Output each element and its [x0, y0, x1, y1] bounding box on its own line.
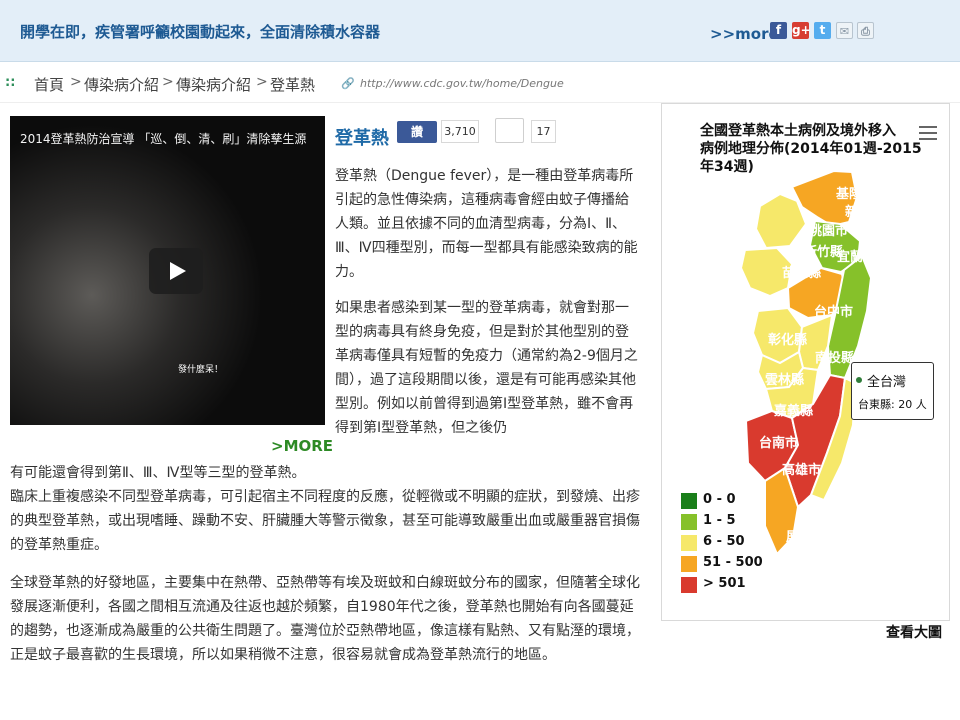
google-plus-icon[interactable]: g+: [792, 22, 811, 39]
series-dot-icon: [856, 377, 862, 383]
breadcrumb-separator: >: [256, 74, 268, 90]
label-keelung: 基隆市: [835, 186, 875, 202]
article-paragraph-4: 全球登革熱的好發地區，主要集中在熱帶、亞熱帶等有埃及斑蚊和白線斑蚊分布的國家，但…: [10, 575, 640, 663]
facebook-icon[interactable]: f: [770, 22, 787, 39]
page-title: 登革熱: [335, 128, 389, 149]
map-legend: 0 - 0 1 - 5 6 - 50 51 - 500 > 501: [681, 490, 801, 610]
video-more-link[interactable]: >MORE: [271, 437, 333, 455]
share-button[interactable]: [495, 118, 524, 143]
breadcrumb-current: 登革熱: [270, 76, 316, 94]
article-paragraph-2b: 有可能還會得到第Ⅱ、Ⅲ、Ⅳ型等三型的登革熱。: [10, 465, 306, 481]
legend-row: 0 - 0: [681, 490, 801, 510]
legend-swatch: [681, 493, 697, 509]
legend-swatch: [681, 577, 697, 593]
video-title: 2014登革熱防治宣導 「巡、倒、清、刷」清除孳生源: [20, 132, 307, 146]
breadcrumb-level1[interactable]: 傳染病介紹: [84, 74, 159, 95]
label-nantou: 南投縣: [815, 350, 854, 366]
legend-swatch: [681, 556, 697, 572]
article-paragraph-3: 臨床上重複感染不同型登革病毒，可引起宿主不同程度的反應，從輕微或不明顯的症狀，到…: [10, 489, 640, 553]
print-icon[interactable]: ⎙: [857, 22, 874, 39]
breadcrumb-home[interactable]: 首頁: [34, 74, 64, 95]
article-paragraph-1: 登革熱（Dengue fever），是一種由登革病毒所引起的急性傳染病，這種病毒…: [335, 168, 638, 280]
legend-row: 1 - 5: [681, 511, 801, 531]
label-yunlin: 雲林縣: [765, 372, 804, 388]
like-label: 讚: [410, 125, 423, 139]
legend-label: 1 - 5: [703, 513, 736, 528]
legend-swatch: [681, 514, 697, 530]
map-tooltip: 全台灣 台東縣: 20 人: [851, 362, 934, 420]
legend-label: 6 - 50: [703, 534, 745, 549]
legend-label: 0 - 0: [703, 492, 736, 507]
top-news-bar: 開學在即，疾管署呼籲校園動起來，全面清除積水容器 >>more f g+ t ✉…: [0, 0, 960, 62]
label-new-taipei: 新北市: [845, 204, 884, 220]
label-taitung: 台東縣: [830, 491, 869, 507]
video-caption: 發什麼呆！: [178, 365, 224, 375]
video-player[interactable]: 2014登革熱防治宣導 「巡、倒、清、刷」清除孳生源 發什麼呆！: [10, 116, 325, 425]
breadcrumb-home-icon: ::: [5, 75, 16, 90]
label-kaohsiung: 高雄市: [782, 462, 821, 478]
headline-link[interactable]: 開學在即，疾管署呼籲校園動起來，全面清除積水容器: [20, 21, 380, 42]
breadcrumb-level2[interactable]: 傳染病介紹: [176, 74, 251, 95]
region-taoyuan-hsinchu[interactable]: [754, 192, 808, 250]
label-lienchiang: 連江縣: [686, 197, 725, 213]
legend-label: 51 - 500: [703, 555, 763, 570]
label-taichung: 台中市: [814, 304, 853, 320]
label-miaoli: 苗栗縣: [782, 265, 821, 281]
label-taoyuan: 桃園市: [809, 223, 848, 239]
label-kinmen: 金門縣: [685, 260, 725, 276]
tooltip-title: 全台灣: [867, 375, 907, 390]
breadcrumb: :: 首頁 > 傳染病介紹 > 傳染病介紹 > 登革熱 🔗 http://www…: [0, 63, 960, 103]
label-tainan: 台南市: [759, 435, 798, 451]
page-url[interactable]: http://www.cdc.gov.tw/home/Dengue: [360, 77, 564, 90]
legend-label: > 501: [703, 576, 746, 591]
like-count: 3,710: [441, 120, 479, 143]
more-link[interactable]: >>more: [710, 25, 779, 43]
legend-row: 6 - 50: [681, 532, 801, 552]
play-icon[interactable]: [149, 248, 203, 294]
article-paragraph-2a: 如果患者感染到某一型的登革病毒，就會對那一型的病毒具有終身免疫，但是對於其他型別…: [335, 300, 638, 436]
label-yilan: 宜蘭縣: [837, 249, 876, 265]
view-large-map-link[interactable]: 查看大圖: [886, 622, 942, 642]
mail-icon[interactable]: ✉: [836, 22, 853, 39]
tooltip-value: 台東縣: 20 人: [858, 398, 927, 411]
label-chiayi: 嘉義縣: [773, 403, 813, 419]
legend-row: > 501: [681, 574, 801, 594]
twitter-icon[interactable]: t: [814, 22, 831, 39]
label-changhua: 彰化縣: [768, 332, 807, 348]
facebook-like-button[interactable]: 讚: [397, 121, 437, 143]
breadcrumb-separator: >: [70, 74, 82, 90]
legend-swatch: [681, 535, 697, 551]
legend-row: 51 - 500: [681, 553, 801, 573]
share-count: 17: [531, 120, 556, 143]
breadcrumb-separator: >: [162, 74, 174, 90]
label-penghu: 澎湖縣: [682, 394, 721, 410]
